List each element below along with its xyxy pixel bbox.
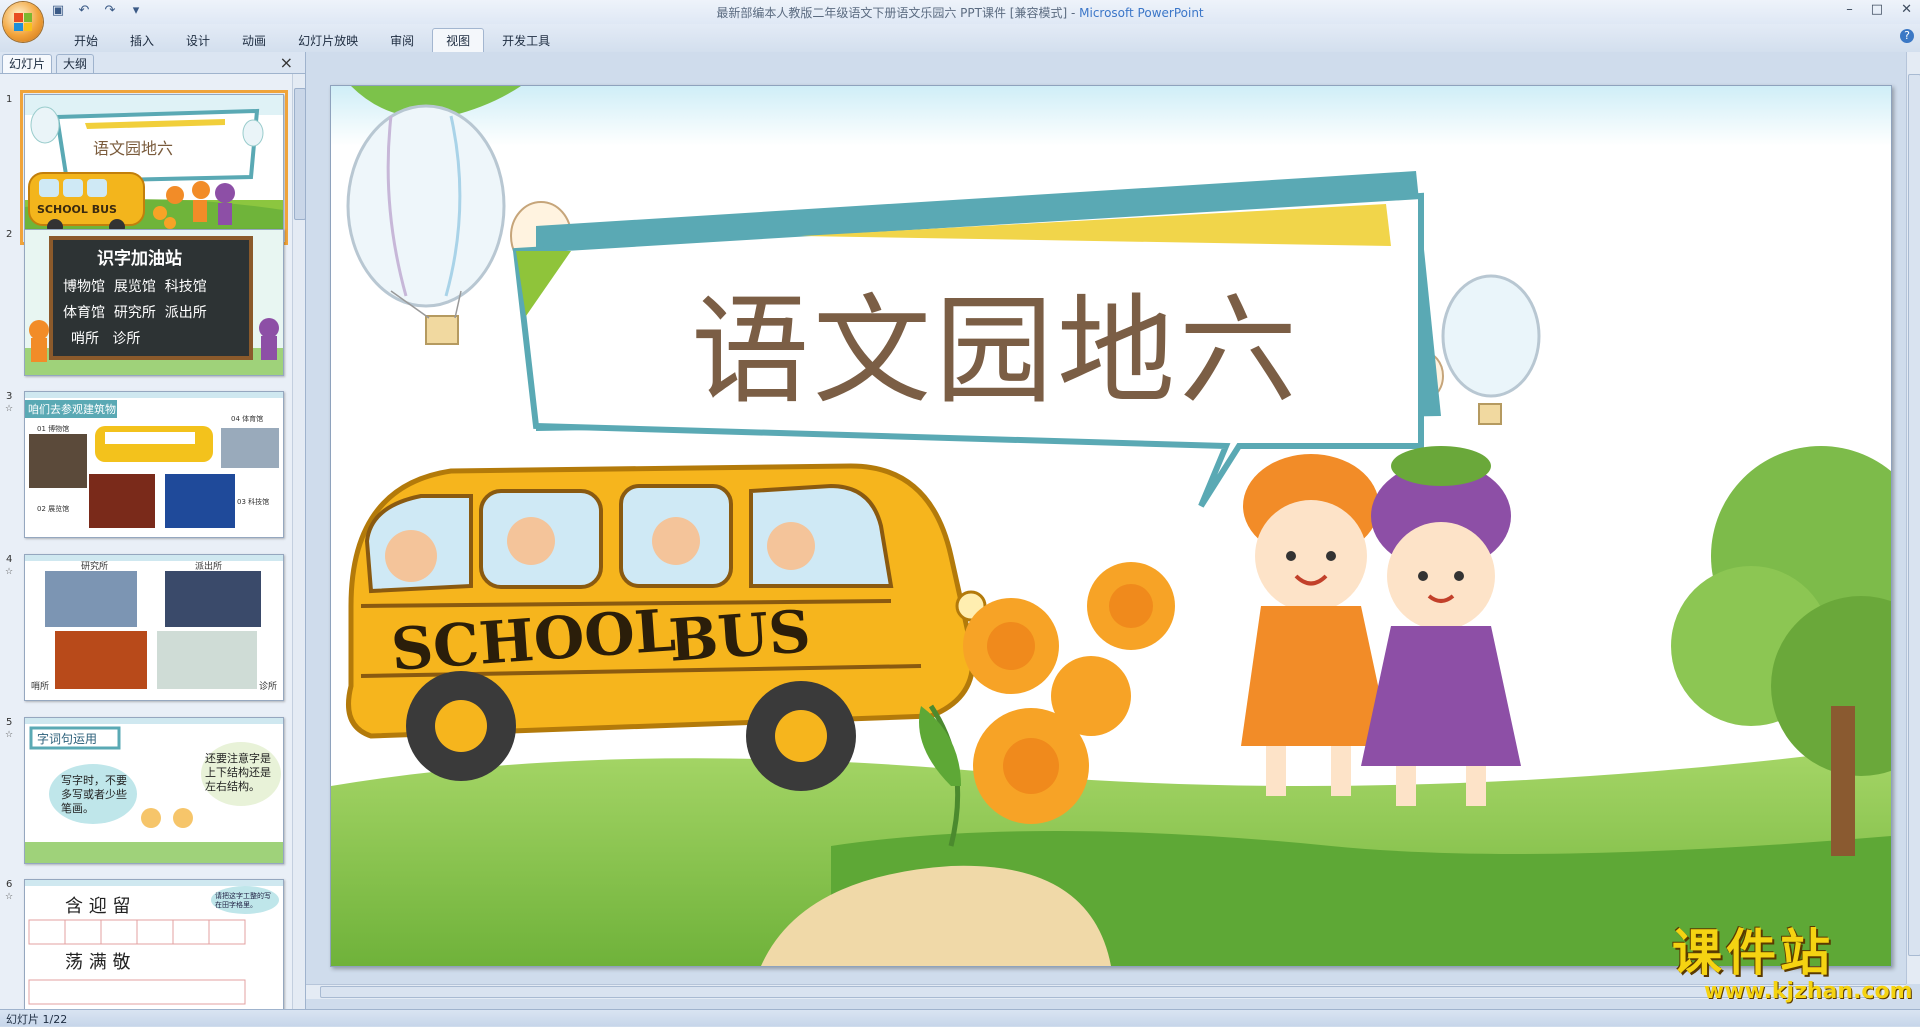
thumbnail-row: 含 迎 留 — [65, 896, 131, 917]
thumbnail-title: 咱们去参观建筑物 — [28, 403, 116, 416]
maximize-button[interactable]: □ — [1871, 2, 1883, 17]
minimize-button[interactable]: – — [1846, 2, 1853, 17]
ribbon-tab-bar: 开始 插入 设计 动画 幻灯片放映 审阅 视图 开发工具 ? — [0, 24, 1920, 53]
thumbnail-title: 字词句运用 — [37, 732, 98, 746]
thumbnail-line: 博物馆 展览馆 科技馆 — [63, 279, 207, 295]
slide-thumbnail-2[interactable]: 识字加油站 博物馆 展览馆 科技馆 体育馆 研究所 派出所 哨所 诊所 — [24, 229, 284, 376]
tab-slideshow[interactable]: 幻灯片放映 — [284, 28, 372, 53]
thumbnail-1-art: SCHOOL BUS — [25, 95, 283, 240]
watermark-url: www.kjzhan.com — [1704, 979, 1913, 1004]
thumbnail-label: 01 博物馆 — [37, 425, 70, 433]
slide-thumbnail-1[interactable]: SCHOOL BUS 语文园地六 — [20, 90, 288, 245]
thumbnail-number: 4 — [6, 554, 13, 565]
thumbnail-row: 荡 满 敬 — [65, 952, 131, 973]
thumbnail-label: 派出所 — [195, 562, 223, 572]
close-button[interactable]: ✕ — [1901, 2, 1912, 17]
thumbnail-scrollbar[interactable] — [292, 74, 306, 1009]
thumbnail-label: 研究所 — [81, 562, 109, 572]
watermark: 课件站 www.kjzhan.com — [1664, 924, 1914, 1004]
scrollbar-thumb[interactable] — [294, 88, 306, 220]
thumbnail-bubble: 写字时，不要多写或者少些笔画。 — [61, 774, 127, 815]
slide-vertical-scrollbar[interactable] — [1906, 52, 1920, 984]
thumbnail-title: 识字加油站 — [97, 249, 182, 269]
app-name: Microsoft PowerPoint — [1079, 6, 1204, 20]
animation-icon: ☆ — [5, 730, 14, 740]
thumbnail-label: 04 体育馆 — [231, 415, 264, 423]
thumbnail-number: 1 — [6, 94, 13, 105]
slide-thumbnail-3[interactable]: 咱们去参观建筑物 01 博物馆 02 展览馆 03 科技馆 04 体育馆 — [24, 391, 284, 538]
thumbnail-line: 体育馆 研究所 派出所 — [63, 305, 207, 321]
tab-slides[interactable]: 幻灯片 — [2, 54, 53, 73]
thumbnail-number: 6 — [6, 879, 13, 890]
office-button[interactable] — [3, 2, 43, 42]
pane-close-icon[interactable]: × — [280, 53, 293, 72]
slides-pane: 幻灯片 大纲 × 1 SCHOOL BUS 语文园地六 2 识字加油站 博物馆 … — [0, 52, 306, 1009]
animation-icon: ☆ — [5, 567, 14, 577]
thumbnail-label: 02 展览馆 — [37, 505, 70, 513]
tab-insert[interactable]: 插入 — [116, 28, 168, 53]
tab-view[interactable]: 视图 — [432, 28, 485, 53]
tab-review[interactable]: 审阅 — [376, 28, 428, 53]
title-bar: ▣ ↶ ↷ ▾ 最新部编本人教版二年级语文下册语文乐园六 PPT课件 [兼容模式… — [0, 0, 1920, 24]
tab-home[interactable]: 开始 — [60, 28, 112, 53]
animation-icon: ☆ — [5, 404, 14, 414]
thumbnail-label: 03 科技馆 — [237, 498, 270, 506]
office-logo-icon — [14, 13, 32, 31]
status-bar: 幻灯片 1/22 — [0, 1009, 1920, 1026]
window-controls: – □ ✕ — [1846, 2, 1912, 17]
slide-thumbnail-6[interactable]: 含 迎 留 荡 满 敬 请把这字工整的写在田字格里。 — [24, 879, 284, 1009]
tab-design[interactable]: 设计 — [172, 28, 224, 53]
slide-thumbnail-5[interactable]: 字词句运用 写字时，不要多写或者少些笔画。 还要注意字是上下结构还是左右结构。 — [24, 717, 284, 864]
thumbnail-note: 请把这字工整的写在田字格里。 — [215, 892, 271, 909]
thumbnail-number: 2 — [6, 229, 13, 240]
main-slide[interactable]: 语文园地六 SCHOOL BUS — [330, 85, 1892, 967]
thumbnail-title: 语文园地六 — [93, 139, 174, 158]
thumbnail-bubble: 还要注意字是上下结构还是左右结构。 — [205, 752, 271, 793]
thumbnail-label: 哨所 — [31, 682, 50, 692]
scrollbar-thumb[interactable] — [1908, 74, 1920, 956]
thumbnail-list: 1 SCHOOL BUS 语文园地六 2 识字加油站 博物馆 展览馆 科技馆 体… — [0, 74, 290, 1009]
tab-animation[interactable]: 动画 — [228, 28, 280, 53]
watermark-logo-text: 课件站 — [1672, 924, 1834, 982]
thumbnail-number: 3 — [6, 391, 13, 402]
thumbnail-line: 哨所 诊所 — [71, 331, 141, 347]
scrollbar-thumb[interactable] — [320, 986, 1882, 998]
pane-tabs: 幻灯片 大纲 × — [0, 52, 305, 74]
thumbnail-label: 诊所 — [259, 682, 278, 692]
tab-outline[interactable]: 大纲 — [56, 54, 95, 73]
thumbnail-number: 5 — [6, 717, 13, 728]
slide-thumbnail-4[interactable]: 研究所 派出所 哨所 诊所 — [24, 554, 284, 701]
help-icon[interactable]: ? — [1900, 29, 1914, 43]
window-title: 最新部编本人教版二年级语文下册语文乐园六 PPT课件 [兼容模式] - Micr… — [716, 6, 1204, 20]
bus-text-bus: BUS — [666, 597, 813, 675]
thumbnail-4-art — [25, 555, 283, 700]
tab-developer[interactable]: 开发工具 — [488, 28, 564, 53]
animation-icon: ☆ — [5, 892, 14, 902]
slide-title[interactable]: 语文园地六 — [691, 286, 1301, 416]
svg-text:SCHOOL BUS: SCHOOL BUS — [37, 203, 117, 216]
main-slide-art — [331, 86, 1891, 966]
